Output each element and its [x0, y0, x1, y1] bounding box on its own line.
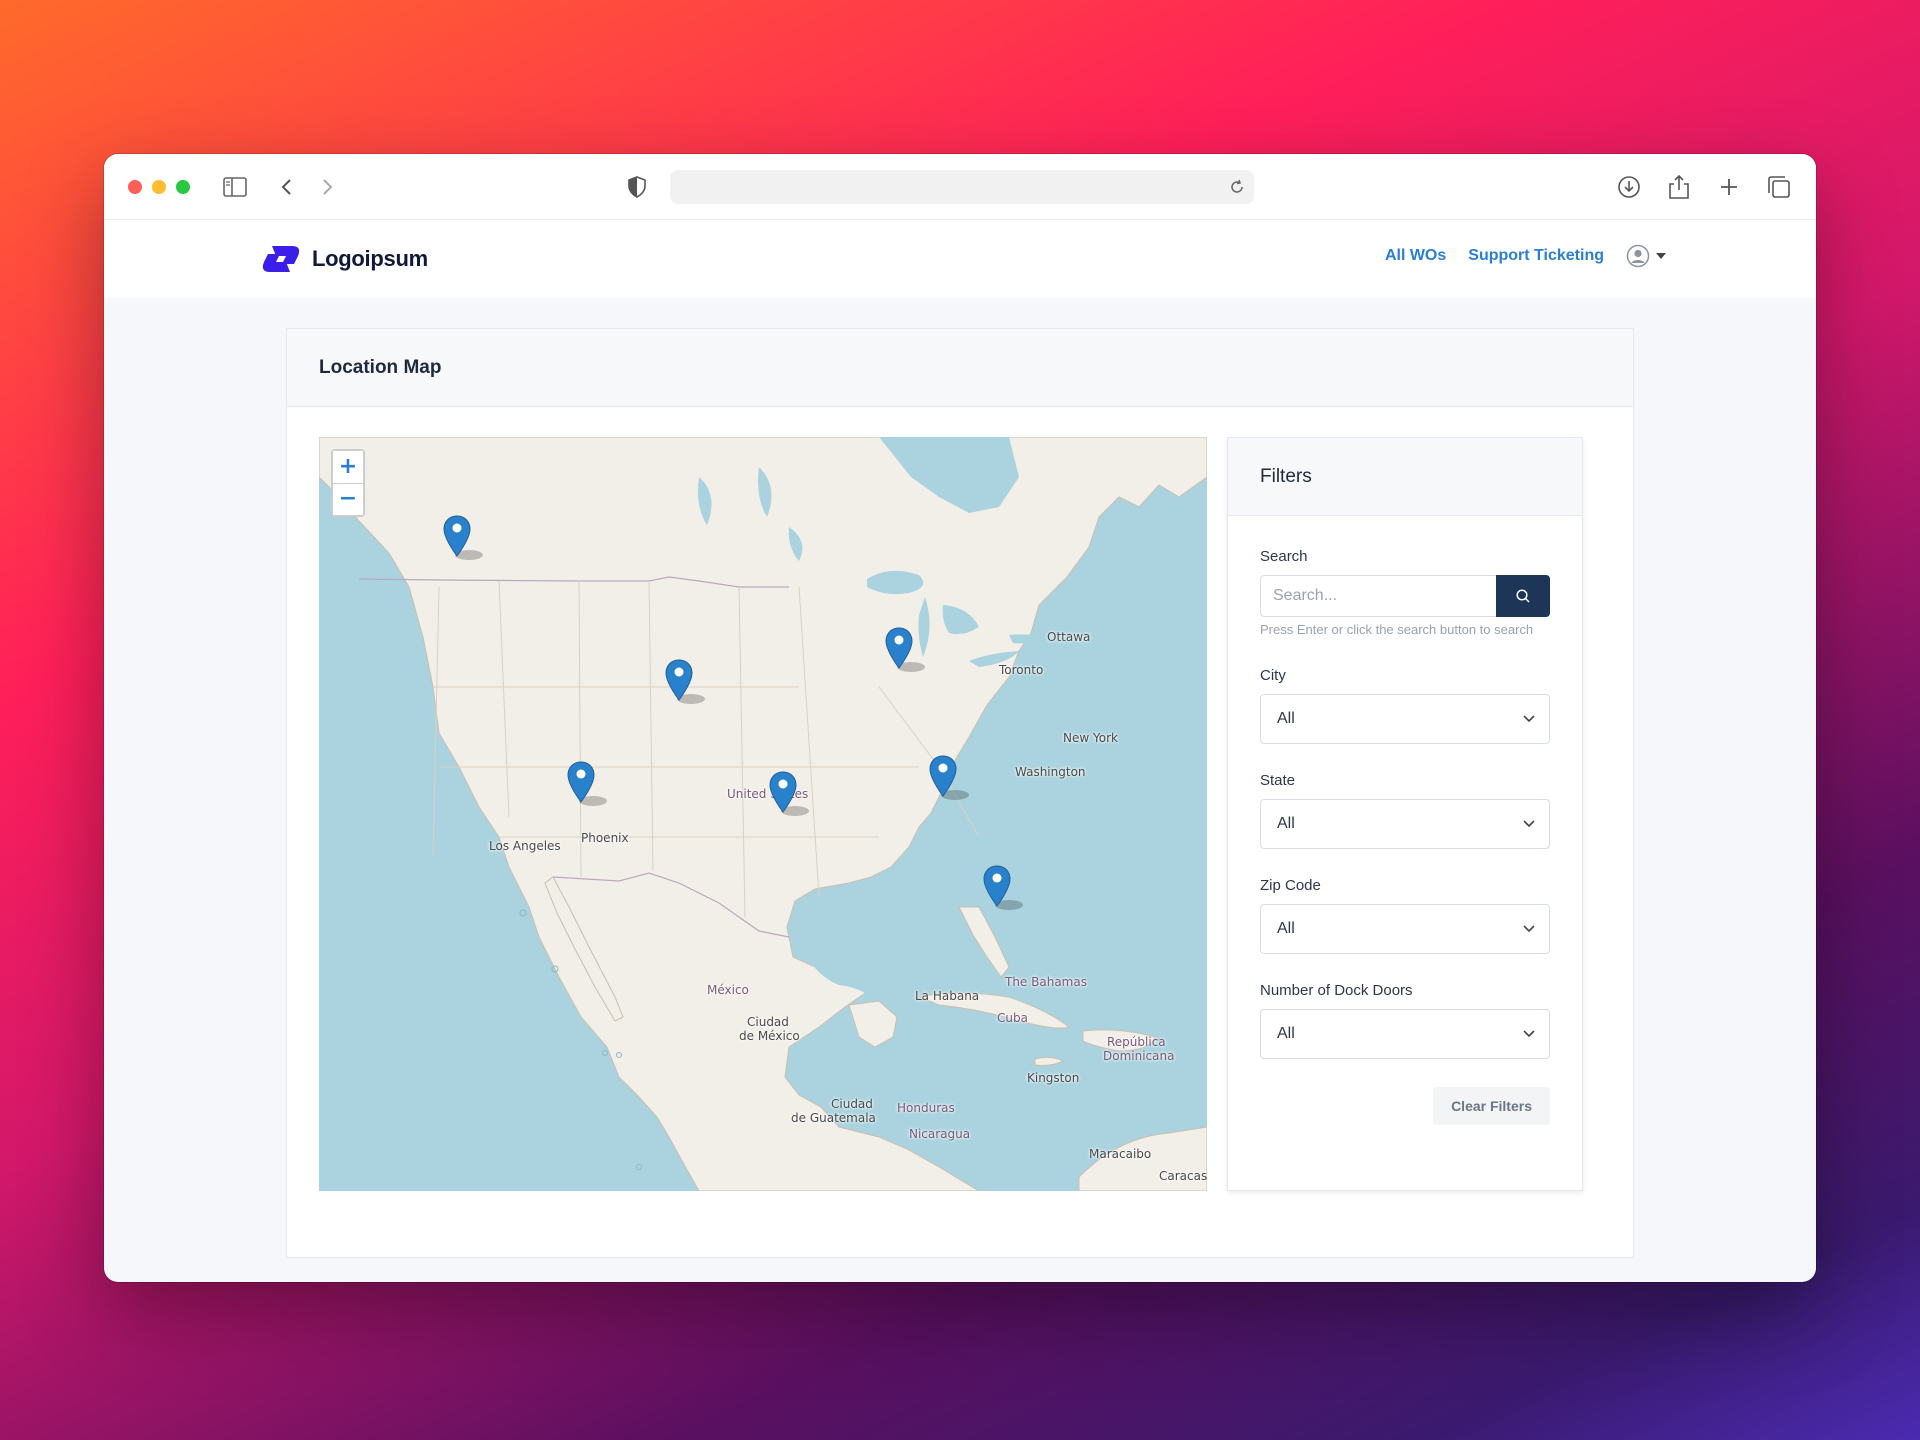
chevron-down-icon [1523, 1030, 1535, 1038]
forward-arrow-icon[interactable] [314, 174, 340, 200]
state-group: State All [1260, 772, 1550, 849]
map-marker[interactable] [665, 659, 705, 704]
map-label-ciudad-de-mexico-2: de México [739, 1029, 800, 1043]
minimize-window-button[interactable] [152, 180, 166, 194]
map-marker[interactable] [567, 761, 607, 806]
search-input[interactable] [1260, 575, 1496, 617]
city-label: City [1260, 667, 1286, 684]
map-marker[interactable] [443, 515, 483, 560]
user-avatar-icon [1626, 244, 1650, 268]
zoom-control: + − [331, 449, 365, 517]
dock-doors-label: Number of Dock Doors [1260, 982, 1413, 999]
search-label: Search [1260, 548, 1308, 565]
chevron-down-icon [1523, 820, 1535, 828]
map-label-caracas: Caracas [1159, 1169, 1207, 1183]
logo-text: Logoipsum [312, 246, 428, 271]
logo-icon [262, 246, 300, 272]
map-label-bahamas: The Bahamas [1005, 975, 1087, 989]
dock-doors-select[interactable]: All [1260, 1009, 1550, 1059]
search-group: Search Press Enter or click the search b… [1260, 548, 1550, 641]
search-icon [1516, 589, 1530, 603]
map-label-la-habana: La Habana [915, 989, 980, 1003]
location-map[interactable]: + − Ottawa Toronto New York Washington U… [319, 437, 1207, 1191]
map-label-kingston: Kingston [1027, 1071, 1080, 1085]
download-icon[interactable] [1616, 174, 1642, 200]
clear-wrap: Clear Filters [1260, 1087, 1550, 1125]
zip-group: Zip Code All [1260, 877, 1550, 954]
nav-links: All WOs Support Ticketing [1385, 244, 1666, 268]
filters-panel: Filters Search Press Enter or click the … [1227, 437, 1583, 1191]
shield-icon[interactable] [624, 174, 650, 200]
nav-link-support-ticketing[interactable]: Support Ticketing [1468, 247, 1604, 265]
city-select[interactable]: All [1260, 694, 1550, 744]
map-label-honduras: Honduras [897, 1101, 955, 1115]
back-arrow-icon[interactable] [274, 174, 300, 200]
maximize-window-button[interactable] [176, 180, 190, 194]
map-marker[interactable] [769, 771, 809, 816]
map-label-guatemala-1: Ciudad [831, 1097, 873, 1111]
logo[interactable]: Logoipsum [258, 244, 428, 274]
map-label-new-york: New York [1063, 731, 1118, 745]
zip-select-value: All [1277, 920, 1295, 937]
map-label-guatemala-2: de Guatemala [791, 1111, 876, 1125]
close-window-button[interactable] [128, 180, 142, 194]
caret-down-icon [1656, 253, 1666, 259]
new-tab-icon[interactable] [1716, 174, 1742, 200]
dock-doors-group: Number of Dock Doors All [1260, 982, 1550, 1059]
page-title: Location Map [287, 329, 1633, 407]
map-label-cuba: Cuba [997, 1011, 1028, 1025]
tab-overview-icon[interactable] [1766, 174, 1792, 200]
user-menu[interactable] [1626, 244, 1666, 268]
map-label-republica-2: Dominicana [1103, 1049, 1175, 1063]
city-group: City All [1260, 667, 1550, 744]
chevron-down-icon [1523, 925, 1535, 933]
map-marker[interactable] [929, 755, 969, 800]
state-select[interactable]: All [1260, 799, 1550, 849]
search-hint: Press Enter or click the search button t… [1260, 622, 1534, 637]
map-label-ciudad-de-mexico-1: Ciudad [747, 1015, 789, 1029]
state-label: State [1260, 772, 1296, 789]
state-select-value: All [1277, 815, 1295, 832]
map-marker[interactable] [983, 865, 1023, 910]
zip-select[interactable]: All [1260, 904, 1550, 954]
clear-filters-button[interactable]: Clear Filters [1433, 1087, 1550, 1125]
nav-link-all-wos[interactable]: All WOs [1385, 247, 1446, 265]
search-button[interactable] [1496, 575, 1550, 617]
address-bar[interactable] [670, 170, 1254, 204]
map-label-republica-1: República [1107, 1035, 1166, 1049]
share-icon[interactable] [1666, 174, 1692, 200]
map-label-phoenix: Phoenix [581, 831, 629, 845]
map-label-toronto: Toronto [999, 663, 1044, 677]
browser-titlebar [104, 154, 1816, 220]
map-label-maracaibo: Maracaibo [1089, 1147, 1152, 1161]
dock-doors-select-value: All [1277, 1025, 1295, 1042]
city-select-value: All [1277, 710, 1295, 727]
reload-icon[interactable] [1228, 178, 1246, 201]
map-label-washington: Washington [1015, 765, 1086, 779]
map-label-mexico: México [707, 983, 749, 997]
app-navbar: Logoipsum All WOs Support Ticketing [104, 220, 1816, 298]
zoom-out-button[interactable]: − [333, 483, 363, 515]
zoom-in-button[interactable]: + [333, 451, 363, 484]
zip-label: Zip Code [1260, 877, 1321, 894]
map-label-ottawa: Ottawa [1047, 630, 1091, 644]
chevron-down-icon [1523, 715, 1535, 723]
browser-window: Logoipsum All WOs Support Ticketing Loca… [104, 154, 1816, 1282]
location-map-card: Location Map + − Ottawa Toronto New York… [286, 328, 1634, 1258]
map-marker[interactable] [885, 627, 925, 672]
map-label-nicaragua: Nicaragua [909, 1127, 971, 1141]
map-label-los-angeles: Los Angeles [489, 839, 561, 853]
filters-title: Filters [1228, 438, 1582, 516]
sidebar-toggle-icon[interactable] [222, 174, 248, 200]
